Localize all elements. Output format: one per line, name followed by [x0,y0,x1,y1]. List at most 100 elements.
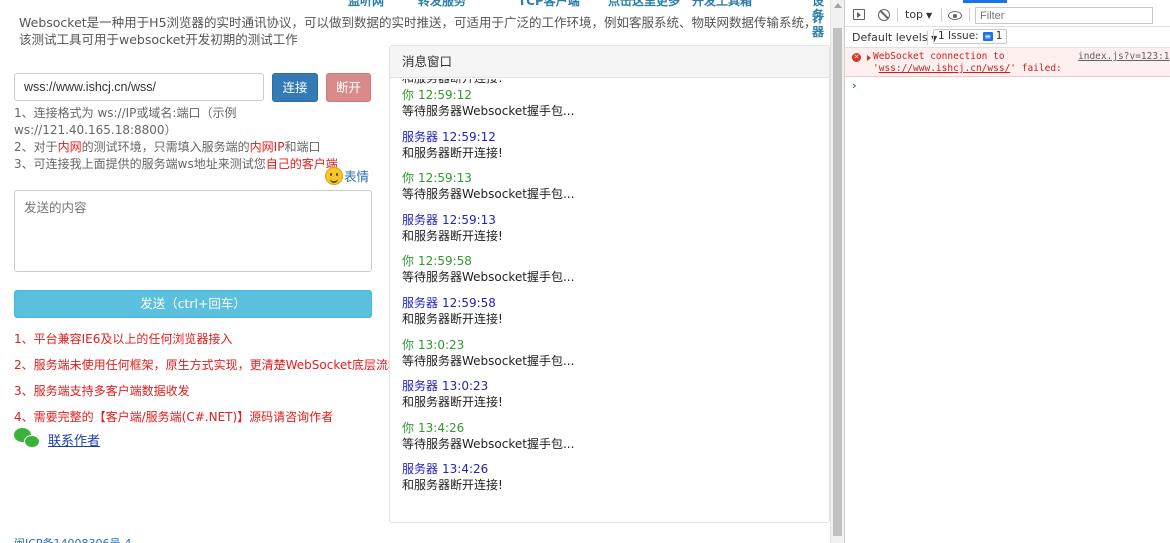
message-text: 和服务器断开连接! [402,228,503,243]
sidebar-toggle-icon[interactable] [853,9,865,20]
ws-url-input[interactable] [14,73,264,101]
note-text: 3、可连接我上面提供的服务端ws地址来测试您 [14,157,266,171]
message-sender-time: 服务器 13:0:23 [402,378,822,394]
clear-console-icon[interactable] [878,9,890,21]
message-time: 13:0:23 [442,379,489,394]
context-label: top [905,8,924,21]
smiley-icon [325,166,343,185]
message-log[interactable]: 和服务器断开连接! 你12:59:12等待服务器Websocket握手包...服… [390,79,829,522]
contact-author-link[interactable]: 联系作者 [48,430,100,449]
nav-item[interactable]: 点击这里更多 [608,0,680,9]
web-page: 监听网 转发服务 TCP客户端 点击这里更多 开发工具箱 设计 务器 Webso… [0,0,830,543]
message-window-title: 消息窗口 [390,46,829,78]
toolbar-divider [927,31,928,45]
message-time: 12:59:12 [418,88,472,102]
page-scrollbar[interactable] [830,0,844,543]
console-prompt-chevron-icon[interactable]: › [852,79,857,92]
message-text: 等待服务器Websocket握手包... [402,104,575,118]
message-sender: 服务器 [402,295,439,310]
message-time: 12:59:58 [442,295,496,310]
top-nav: 监听网 转发服务 TCP客户端 点击这里更多 开发工具箱 设计 务器 [300,0,830,39]
send-button[interactable]: 发送（ctrl+回车） [14,290,372,318]
nav-item[interactable]: 转发服务 [418,0,466,9]
wechat-icon [14,428,42,450]
message-text: 等待服务器Websocket握手包... [402,187,575,202]
message-item: 服务器 13:0:23 和服务器断开连接! [402,378,822,420]
message-item: 你 13:4:26 等待服务器Websocket握手包... [402,420,822,462]
console-toolbar: top ▼ [845,4,1170,27]
live-expression-eye-icon[interactable] [948,11,962,20]
levels-label: Default levels [852,31,928,44]
message-time: 12:59:12 [442,129,496,144]
message-window: 消息窗口 和服务器断开连接! 你12:59:12等待服务器Websocket握手… [389,45,830,523]
issues-button[interactable]: 1 Issue: ≡ 1 [933,29,1008,44]
message-sender-time: 服务器 12:59:58 [402,295,822,311]
scrollbar-thumb[interactable] [833,28,842,536]
console-levels-bar: Default levels ▼ 1 Issue: ≡ 1 [845,27,1170,48]
note-text: 2、对于 [14,140,58,154]
error-source-link[interactable]: index.js?v=123:1 [1078,51,1170,63]
message-sender: 你 [402,337,415,352]
message-sender-time: 服务器 12:59:12 [402,129,822,145]
message-time: 12:59:13 [418,171,472,186]
message-input[interactable] [14,190,372,272]
message-sender-time: 你 13:0:23 [402,337,822,353]
message-item: 服务器 13:4:26 和服务器断开连接! [402,461,822,503]
feature-item: 2、服务端未使用任何框架，原生方式实现，更清楚WebSocket底层流程 [14,358,400,372]
nav-item[interactable]: 监听网 [348,0,384,9]
message-sender: 你 [402,88,415,102]
note-text: 的测试环境，只需填入服务端的 [81,140,250,154]
message-sender-time: 你 13:4:26 [402,420,822,436]
message-time: 12:59:13 [442,212,496,227]
message-sender-time: 服务器 12:59:13 [402,212,822,228]
message-sender: 服务器 [402,129,439,144]
emoji-button[interactable]: 表情 [325,166,369,185]
issues-count: 1 [995,30,1003,42]
feature-item: 3、服务端支持多客户端数据收发 [14,384,190,398]
message-list: 和服务器断开连接! 你12:59:12等待服务器Websocket握手包...服… [402,79,822,503]
console-filter-input[interactable] [975,7,1153,24]
message-sender: 服务器 [402,462,439,477]
message-text: 等待服务器Websocket握手包... [402,436,575,451]
message-sender: 你 [402,254,415,269]
console-error-row[interactable]: ✕ WebSocket connection to 'wss://www.ish… [845,48,1170,77]
issues-label: 1 Issue: [938,30,979,42]
note-highlight: 内网IP [249,140,285,154]
message-text: 和服务器断开连接! [402,395,503,410]
message-text: 等待服务器Websocket握手包... [402,353,575,368]
context-selector[interactable]: top ▼ [905,8,932,21]
nav-item[interactable]: TCP客户端 [518,0,580,9]
message-sender-time: 你 12:59:13 [402,170,822,186]
connect-button[interactable]: 连接 [272,73,318,102]
expand-triangle-icon[interactable] [867,55,871,61]
note-line-2: 2、对于内网的测试环境，只需填入服务端的内网IP和端口 [14,139,384,156]
disconnect-button[interactable]: 断开 [326,73,371,102]
scroll-up-icon[interactable] [834,3,842,8]
message-text: 和服务器断开连接! [402,145,503,160]
message-time: 13:4:26 [418,420,465,435]
message-item: 你 12:59:13 等待服务器Websocket握手包... [402,170,822,212]
note-line-1: 1、连接格式为 ws://IP或域名:端口（示例ws://121.40.165.… [14,106,237,137]
message-item: 服务器 12:59:13 和服务器断开连接! [402,212,822,254]
active-tab-indicator [963,0,1007,3]
message-time: 12:59:58 [418,254,472,269]
message-time: 13:0:23 [418,337,465,352]
error-url-link[interactable]: wss://www.ishcj.cn/wss/ [879,63,1011,74]
message-sender: 你 [402,171,415,186]
icp-footer-link[interactable]: 闽ICP备14008306号-4 [14,535,132,543]
note-text: 和端口 [284,140,321,154]
message-text: 和服务器断开连接! [402,311,503,326]
message-item: 服务器 12:59:58 和服务器断开连接! [402,295,822,337]
error-message: WebSocket connection to 'wss://www.ishcj… [873,51,1063,75]
devtools-console: top▼ Default levels ▼ 1 Issue:≡1 ✕ WebSo… [844,0,1170,543]
contact-author: 联系作者 [14,428,100,450]
message-sender-time: 服务器 13:4:26 [402,461,822,477]
intro-text: Websocket是一种用于H5浏览器的实时通讯协议，可以做到数据的实时推送，可… [19,15,817,47]
message-sender: 你 [402,420,415,435]
note-highlight: 内网 [57,140,82,154]
log-levels-dropdown[interactable]: Default levels ▼ [852,31,937,44]
message-sender-time: 你 12:59:58 [402,253,822,269]
error-circle-icon: ✕ [852,53,861,62]
nav-item[interactable]: 开发工具箱 [692,0,752,9]
issue-message-icon: ≡ [982,32,993,41]
